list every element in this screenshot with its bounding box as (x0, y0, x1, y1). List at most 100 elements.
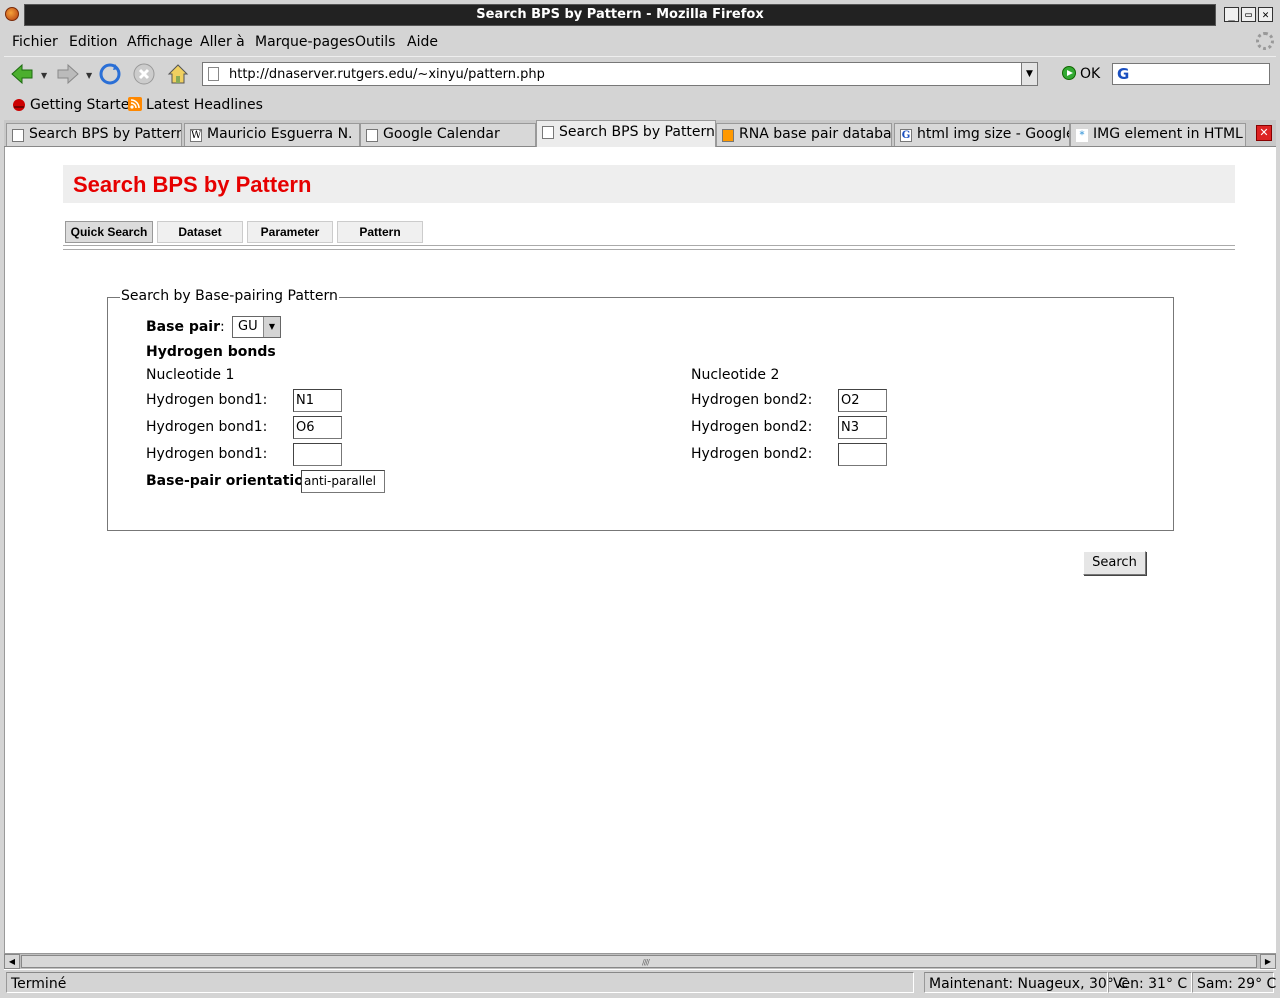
grip-icon: //// (642, 958, 650, 967)
menu-outils[interactable]: Outils (355, 34, 395, 50)
hbond2-field-2[interactable]: N3 (838, 416, 887, 439)
home-icon[interactable] (166, 62, 190, 86)
google-search-icon[interactable]: G (1117, 65, 1129, 83)
rss-feed-icon (128, 97, 142, 111)
hbond1-label: Hydrogen bond1: (146, 392, 268, 408)
navigation-toolbar: ▼ ▼ http://dnaserver.rutgers.edu/~xinyu/… (4, 56, 1276, 90)
tab-search-bps-1[interactable]: Search BPS by Pattern (6, 123, 182, 146)
bookmark-getting-started[interactable]: Getting Started (12, 97, 138, 113)
horizontal-scrollbar[interactable]: ◀ //// ▶ (4, 953, 1276, 969)
base-pair-colon: : (220, 319, 225, 335)
menu-fichier[interactable]: Fichier (12, 34, 58, 50)
weather-now[interactable]: Maintenant: Nuageux, 30° C (924, 972, 1128, 993)
firefox-icon (5, 7, 19, 21)
tab-label: Google Calendar (383, 126, 500, 142)
url-dropdown-icon[interactable]: ▼ (1021, 62, 1038, 86)
tab-dataset[interactable]: Dataset (157, 221, 243, 243)
tab-mauricio[interactable]: W Mauricio Esguerra N. (184, 123, 360, 146)
search-engine-box[interactable]: G (1112, 63, 1270, 85)
orientation-field[interactable]: anti-parallel (301, 470, 385, 493)
forward-history-dropdown-icon[interactable]: ▼ (86, 71, 92, 80)
menu-aide[interactable]: Aide (407, 34, 438, 50)
tab-img-element[interactable]: * IMG element in HTML (1070, 123, 1246, 146)
page-title: Search BPS by Pattern (73, 172, 312, 197)
page-icon (12, 129, 24, 142)
stop-icon[interactable] (132, 62, 156, 86)
hbond2-field-3[interactable] (838, 443, 887, 466)
page-icon (542, 126, 554, 139)
nucleotide2-label: Nucleotide 2 (691, 367, 780, 383)
tab-google-calendar[interactable]: Google Calendar (360, 123, 536, 146)
hbond1-field-2[interactable]: O6 (293, 416, 342, 439)
maximize-button[interactable]: ▭ (1241, 7, 1256, 22)
wikipedia-icon: W (190, 129, 202, 142)
hbond1-field-1[interactable]: N1 (293, 389, 342, 412)
weather-saturday[interactable]: Sam: 29° C (1192, 972, 1276, 993)
pattern-fieldset: Search by Base-pairing Pattern Base pair… (107, 288, 1174, 531)
throbber-icon (1256, 32, 1274, 50)
bookmark-latest-headlines[interactable]: Latest Headlines (128, 97, 263, 113)
bookmark-label: Getting Started (30, 97, 139, 113)
hbond2-label: Hydrogen bond2: (691, 446, 813, 462)
page-header: Search BPS by Pattern (63, 165, 1235, 203)
forward-arrow-icon[interactable] (56, 62, 80, 86)
google-icon: G (900, 129, 912, 142)
page-icon (208, 67, 219, 81)
hydrogen-bonds-heading: Hydrogen bonds (146, 344, 276, 360)
tab-pattern[interactable]: Pattern (337, 221, 423, 243)
scroll-left-icon[interactable]: ◀ (4, 954, 20, 969)
scroll-thumb[interactable]: //// (21, 955, 1257, 968)
window-titlebar: Search BPS by Pattern - Mozilla Firefox … (0, 0, 1280, 30)
menu-marque-pages[interactable]: Marque-pages (255, 34, 355, 50)
back-arrow-icon[interactable] (10, 62, 34, 86)
close-tab-icon[interactable]: ✕ (1256, 125, 1272, 141)
menu-affichage[interactable]: Affichage (127, 34, 193, 50)
menu-aller[interactable]: Aller à (200, 34, 245, 50)
hbond2-field-1[interactable]: O2 (838, 389, 887, 412)
nav-divider (63, 245, 1235, 250)
orientation-label: Base-pair orientation: (146, 473, 319, 489)
tab-label: Mauricio Esguerra N. (207, 126, 353, 142)
hbond2-label: Hydrogen bond2: (691, 392, 813, 408)
minimize-button[interactable]: _ (1224, 7, 1239, 22)
tab-label: html img size - Google ... (917, 126, 1070, 142)
tab-label: IMG element in HTML (1093, 126, 1243, 142)
tab-search-bps-active[interactable]: Search BPS by Pattern (536, 120, 716, 147)
tab-strip: Search BPS by Pattern W Mauricio Esguerra… (4, 120, 1276, 147)
fieldset-legend: Search by Base-pairing Pattern (120, 288, 339, 304)
page-content: Search BPS by Pattern Quick Search Datas… (4, 147, 1276, 953)
tab-rna-base-pair[interactable]: RNA base pair databas... (716, 123, 892, 146)
url-text[interactable]: http://dnaserver.rutgers.edu/~xinyu/patt… (229, 67, 545, 82)
hbond2-label: Hydrogen bond2: (691, 419, 813, 435)
hbond1-field-3[interactable] (293, 443, 342, 466)
back-history-dropdown-icon[interactable]: ▼ (41, 71, 47, 80)
search-button[interactable]: Search (1083, 551, 1146, 575)
tab-parameter[interactable]: Parameter (247, 221, 333, 243)
calendar-icon (366, 129, 378, 142)
chevron-down-icon[interactable]: ▼ (263, 317, 280, 337)
redhat-icon (13, 99, 25, 111)
base-pair-select[interactable]: GU ▼ (232, 316, 281, 338)
nucleotide1-label: Nucleotide 1 (146, 367, 235, 383)
tab-html-img-size[interactable]: Ghtml img size - Google ... (894, 123, 1070, 146)
bookmarks-toolbar: Getting Started Latest Headlines (4, 92, 1276, 118)
menu-edition[interactable]: Edition (69, 34, 117, 50)
go-button[interactable]: OK (1062, 66, 1100, 82)
tab-label: Search BPS by Pattern (559, 124, 715, 140)
go-label: OK (1080, 66, 1101, 82)
scroll-right-icon[interactable]: ▶ (1260, 954, 1276, 969)
base-pair-value: GU (238, 319, 258, 334)
close-window-button[interactable]: ✕ (1258, 7, 1273, 22)
weather-friday[interactable]: Ven: 31° C (1108, 972, 1192, 993)
hydrogen-bonds-heading-text: Hydrogen bonds (146, 344, 276, 360)
menu-bar: Fichier Edition Affichage Aller à Marque… (4, 30, 1276, 54)
bookmark-label: Latest Headlines (146, 97, 263, 113)
hbond1-label: Hydrogen bond1: (146, 419, 268, 435)
tab-label: RNA base pair databas... (739, 126, 892, 142)
url-bar[interactable]: http://dnaserver.rutgers.edu/~xinyu/patt… (202, 62, 1038, 86)
tab-quick-search[interactable]: Quick Search (65, 221, 153, 243)
hbond1-label: Hydrogen bond1: (146, 446, 268, 462)
reload-icon[interactable] (98, 62, 122, 86)
base-pair-label: Base pair: (146, 319, 225, 335)
snowflake-icon: * (1076, 129, 1088, 142)
